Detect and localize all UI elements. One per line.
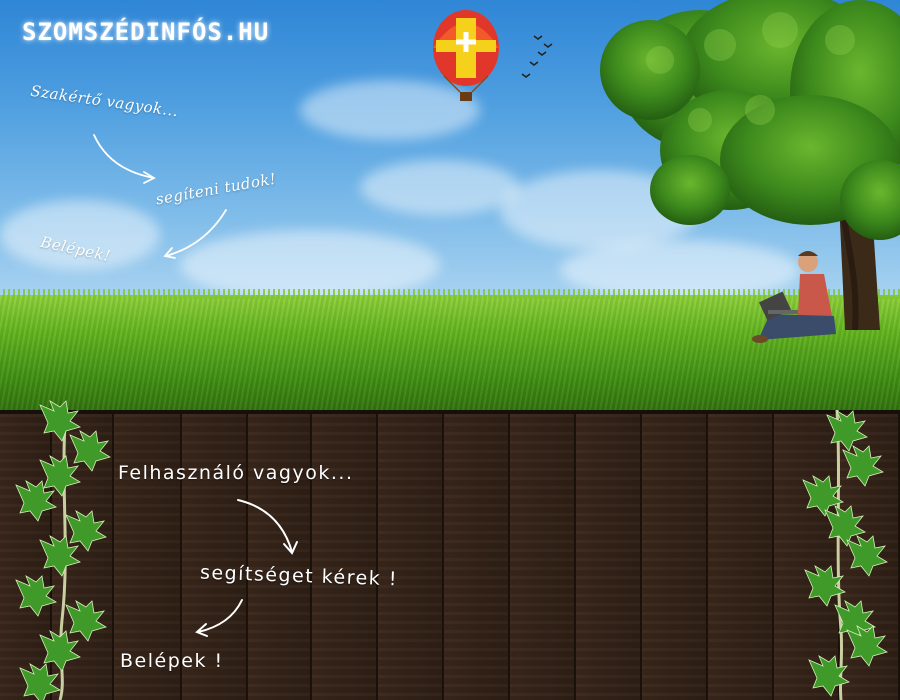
- arrow-icon: [195, 499, 298, 637]
- ivy-icon: [15, 400, 111, 700]
- ivy-icon: [802, 409, 888, 700]
